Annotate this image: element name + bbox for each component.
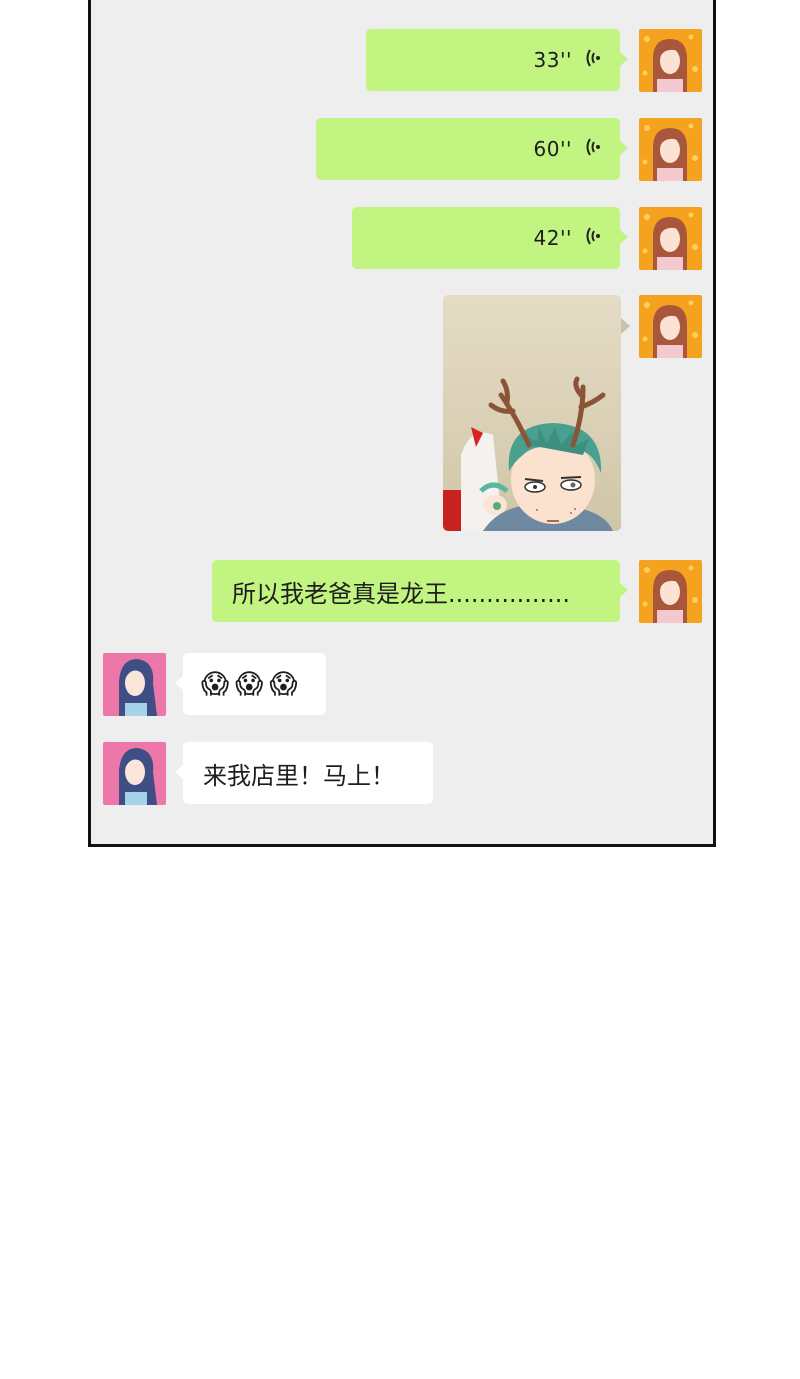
contact-avatar[interactable] xyxy=(103,653,166,716)
my-avatar[interactable] xyxy=(639,295,702,358)
image-bubble-tail xyxy=(621,318,630,334)
voice-duration: 42'' xyxy=(533,226,572,250)
voice-message-bubble[interactable]: 33'' xyxy=(366,29,628,91)
my-avatar[interactable] xyxy=(639,207,702,270)
my-avatar[interactable] xyxy=(639,560,702,623)
text-message-bubble[interactable]: 来我店里！马上！ xyxy=(175,742,433,804)
scream-emoji: 😱 xyxy=(235,668,264,700)
voice-wave-icon xyxy=(584,136,600,163)
voice-message-bubble[interactable]: 42'' xyxy=(352,207,628,269)
message-text: 来我店里！马上！ xyxy=(203,761,395,790)
voice-duration: 33'' xyxy=(533,48,572,72)
message-text: 所以我老爸真是龙王................ xyxy=(232,579,571,608)
scream-emoji: 😱 xyxy=(269,668,298,700)
my-avatar[interactable] xyxy=(639,29,702,92)
scream-emoji: 😱 xyxy=(201,668,230,700)
image-message[interactable] xyxy=(443,295,621,531)
voice-wave-icon xyxy=(584,47,600,74)
voice-wave-icon xyxy=(584,225,600,252)
my-avatar[interactable] xyxy=(639,118,702,181)
voice-message-bubble[interactable]: 60'' xyxy=(316,118,628,180)
contact-avatar[interactable] xyxy=(103,742,166,805)
text-message-bubble[interactable]: 所以我老爸真是龙王................ xyxy=(212,560,628,622)
chat-panel: 33'' 60'' 42'' 所以我老爸真是龙王................… xyxy=(88,0,716,847)
emoji-message-bubble[interactable]: 😱 😱 😱 xyxy=(175,653,326,715)
voice-duration: 60'' xyxy=(533,137,572,161)
